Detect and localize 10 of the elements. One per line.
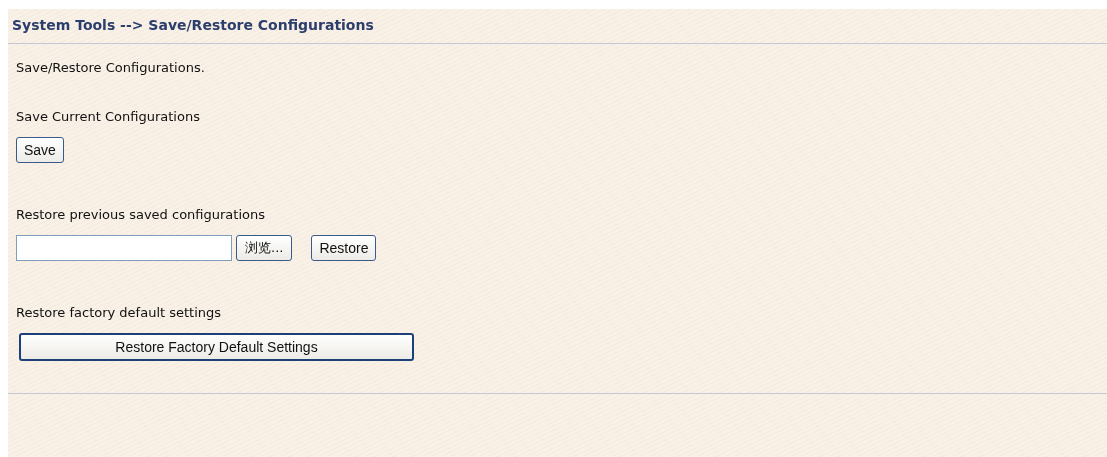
restore-button[interactable]: Restore [311,235,377,261]
file-path-field[interactable] [16,235,232,261]
description-text: Save/Restore Configurations. [16,60,206,75]
section-label: Save Current Configurations [16,109,201,124]
section-label: Restore previous saved configurations [16,207,266,222]
page-title: System Tools --> Save/Restore Configurations [8,9,1107,44]
browse-button[interactable]: 浏览... [236,235,293,261]
section-label: Restore factory default settings [16,305,223,320]
factory-reset-button[interactable]: Restore Factory Default Settings [19,333,414,361]
save-button[interactable]: Save [16,137,64,163]
